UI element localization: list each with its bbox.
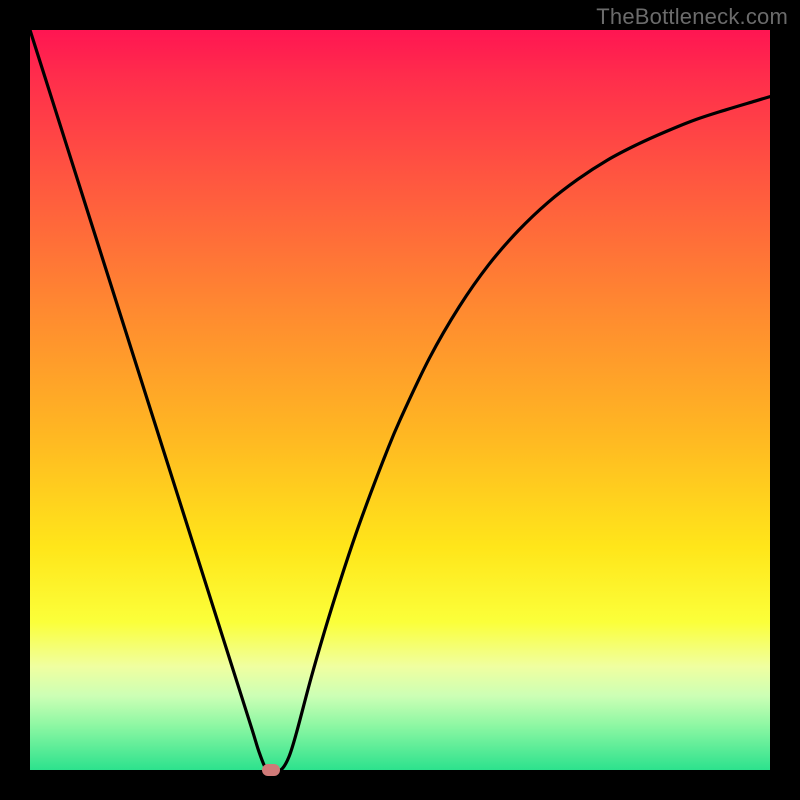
bottleneck-curve <box>30 30 770 770</box>
chart-frame: TheBottleneck.com <box>0 0 800 800</box>
watermark-text: TheBottleneck.com <box>596 4 788 30</box>
optimal-point-marker <box>262 764 280 776</box>
plot-area <box>30 30 770 770</box>
